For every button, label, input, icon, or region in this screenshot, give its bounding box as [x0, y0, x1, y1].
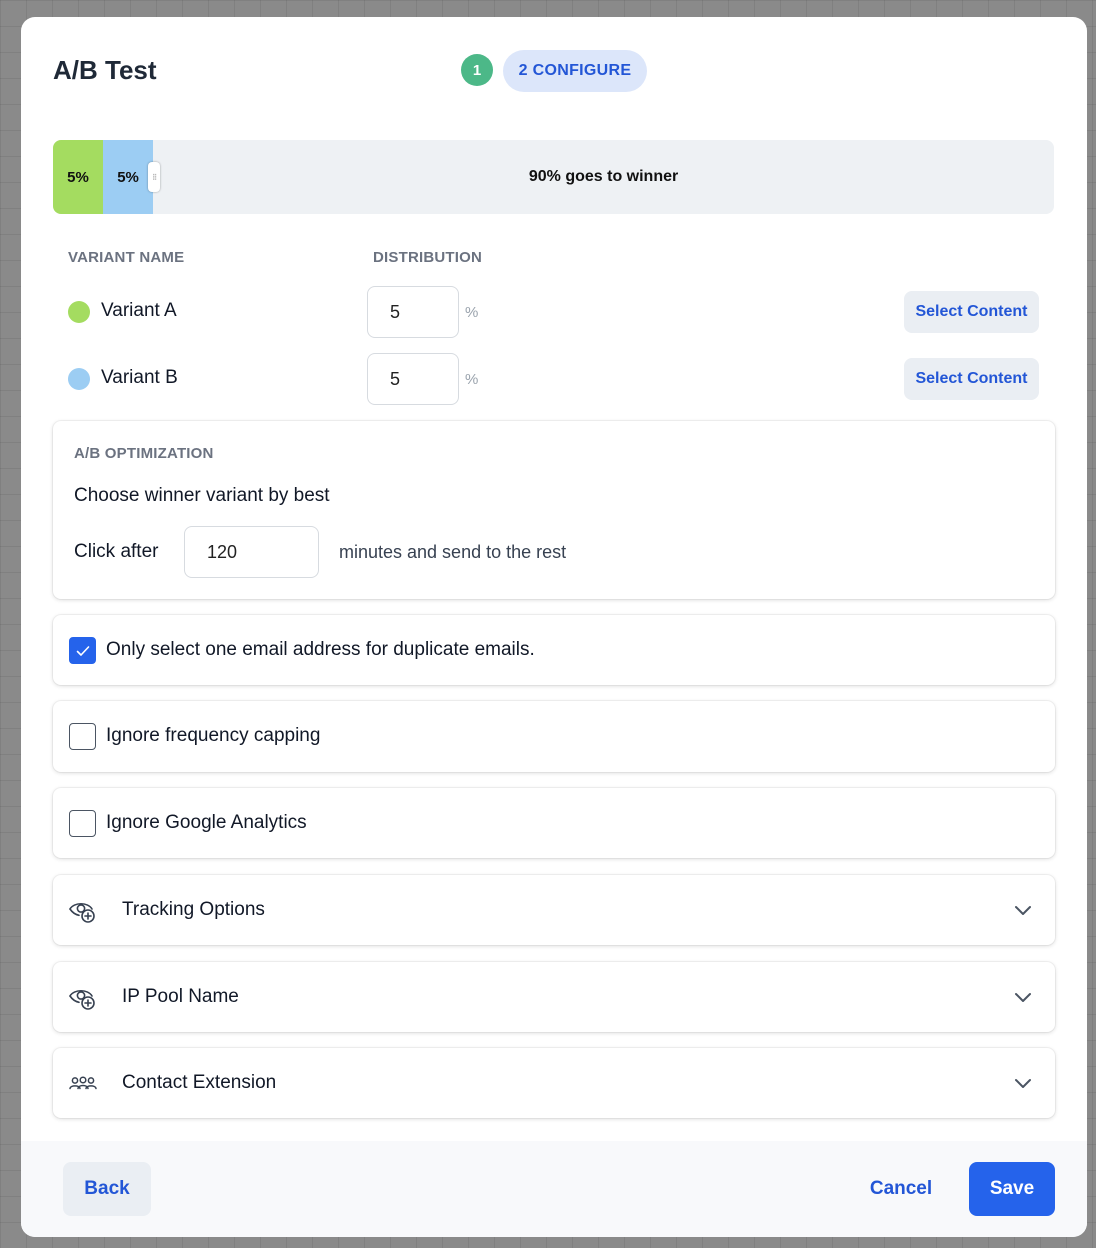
variant-b-name: Variant B [101, 367, 178, 388]
distribution-bar: 5% 5% ⁝⁝ 90% goes to winner [53, 140, 1054, 214]
chevron-down-icon[interactable] [1011, 1075, 1035, 1091]
variant-b-color-dot [68, 368, 90, 390]
variant-a-percent-sign: % [465, 304, 479, 321]
eye-plus-icon [69, 902, 95, 923]
minutes-input[interactable] [184, 526, 319, 578]
ab-optimization-title: A/B OPTIMIZATION [74, 445, 214, 462]
variant-b-percent-sign: % [465, 371, 479, 388]
distribution-segment-b: 5% ⁝⁝ [103, 140, 161, 214]
ip-pool-name-label: IP Pool Name [122, 986, 239, 1007]
step-2-configure[interactable]: 2 CONFIGURE [503, 50, 647, 92]
ip-pool-name-accordion[interactable]: IP Pool Name [53, 962, 1055, 1032]
drag-handle-icon[interactable]: ⁝⁝ [148, 162, 161, 192]
frequency-capping-label: Ignore frequency capping [106, 725, 321, 746]
frequency-capping-option[interactable]: Ignore frequency capping [53, 701, 1055, 772]
variant-b-select-content-button[interactable]: Select Content [904, 358, 1039, 400]
google-analytics-option[interactable]: Ignore Google Analytics [53, 788, 1055, 858]
chevron-down-icon[interactable] [1011, 989, 1035, 1005]
variant-a-select-content-button[interactable]: Select Content [904, 291, 1039, 333]
duplicate-emails-option[interactable]: Only select one email address for duplic… [53, 615, 1055, 685]
segment-a-label: 5% [67, 168, 89, 186]
variant-a-color-dot [68, 301, 90, 323]
cancel-button[interactable]: Cancel [859, 1162, 943, 1216]
duplicate-emails-label: Only select one email address for duplic… [106, 639, 535, 660]
variant-a-distribution-input[interactable] [367, 286, 459, 338]
back-button[interactable]: Back [63, 1162, 151, 1216]
ab-optimization-card: A/B OPTIMIZATION Choose winner variant b… [53, 421, 1055, 599]
contact-extension-accordion[interactable]: Contact Extension [53, 1048, 1055, 1118]
ab-test-modal: A/B Test 1 2 CONFIGURE 5% 5% ⁝⁝ 90% goes… [21, 17, 1087, 1237]
click-after-label: Click after [74, 541, 159, 562]
variant-name-header: VARIANT NAME [68, 249, 185, 266]
duplicate-emails-checkbox[interactable] [69, 637, 96, 664]
save-button[interactable]: Save [969, 1162, 1055, 1216]
distribution-header: DISTRIBUTION [373, 249, 483, 266]
eye-plus-icon [69, 989, 95, 1010]
segment-b-label: 5% [117, 168, 139, 186]
variant-row-b: Variant B % Select Content [21, 352, 1087, 405]
contact-extension-label: Contact Extension [122, 1072, 277, 1093]
google-analytics-label: Ignore Google Analytics [106, 812, 307, 833]
variant-row-a: Variant A % Select Content [21, 285, 1087, 338]
modal-title: A/B Test [53, 55, 157, 85]
distribution-segment-a: 5% [53, 140, 104, 214]
checkmark-icon [76, 645, 89, 656]
winner-label: 90% goes to winner [528, 168, 679, 185]
winner-segment: 90% goes to winner [153, 140, 1054, 214]
google-analytics-checkbox[interactable] [69, 810, 96, 837]
choose-winner-label: Choose winner variant by best [74, 485, 330, 506]
modal-footer: Back Cancel Save [21, 1141, 1087, 1237]
tracking-options-label: Tracking Options [122, 899, 265, 920]
variant-a-name: Variant A [101, 300, 177, 321]
step-1-indicator[interactable]: 1 [461, 54, 493, 86]
minutes-label: minutes and send to the rest [339, 542, 567, 562]
chevron-down-icon[interactable] [1011, 902, 1035, 918]
users-icon [69, 1076, 97, 1090]
tracking-options-accordion[interactable]: Tracking Options [53, 875, 1055, 945]
frequency-capping-checkbox[interactable] [69, 723, 96, 750]
variant-b-distribution-input[interactable] [367, 353, 459, 405]
